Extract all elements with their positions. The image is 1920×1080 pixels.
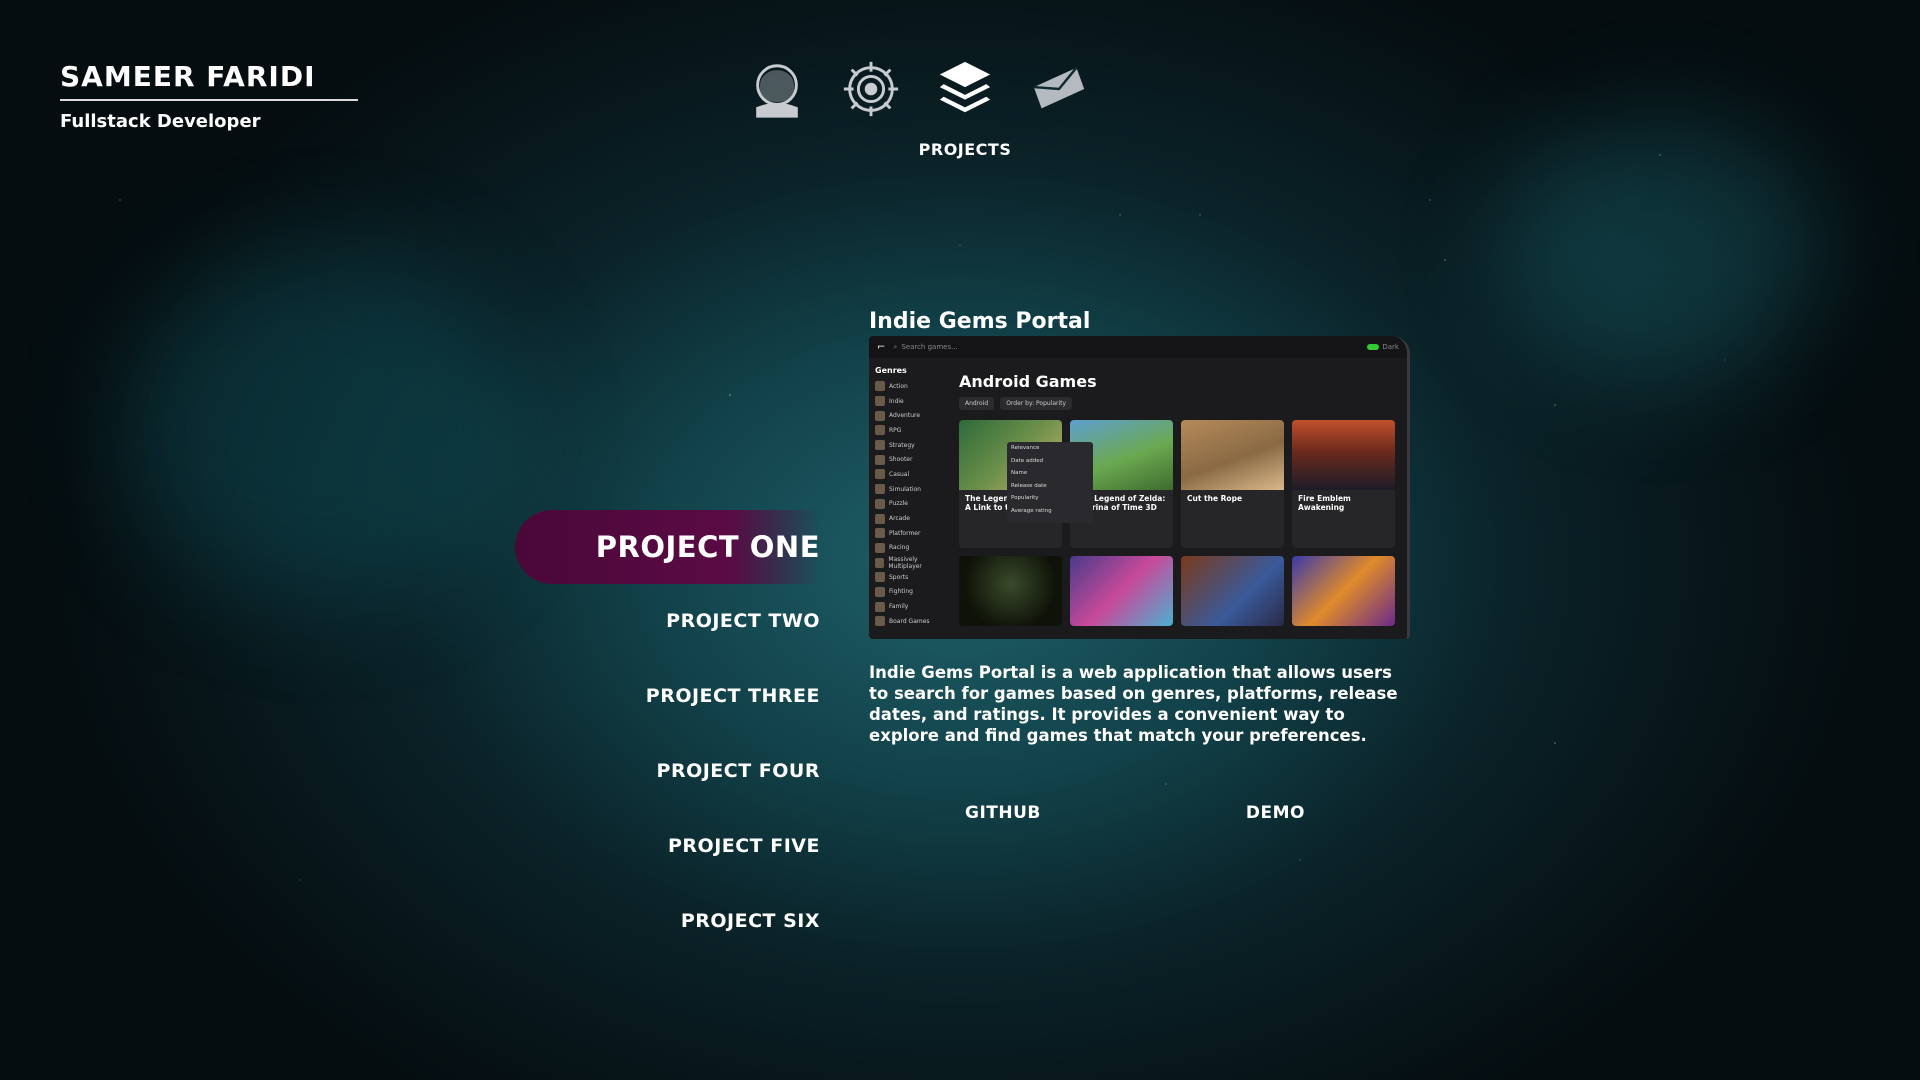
screenshot-topbar: ⌐ ⌕ Search games... Dark	[869, 336, 1407, 358]
screenshot-main: Android Games Android Order by: Populari…	[959, 358, 1401, 639]
brand: SAMEER FARIDI Fullstack Developer	[60, 60, 358, 132]
astronaut-helmet-icon	[756, 64, 798, 118]
game-cover-image	[959, 556, 1062, 626]
screenshot-sidebar: Genres Action Indie Adventure RPG Strate…	[869, 358, 955, 639]
order-option: Release date	[1011, 482, 1047, 489]
project-detail: Indie Gems Portal ⌐ ⌕ Search games... Da…	[869, 309, 1410, 763]
project-item-two[interactable]: PROJECT TWO	[520, 584, 820, 659]
genre-item: Board Games	[875, 614, 949, 629]
layers-icon	[939, 61, 991, 113]
genre-item: Shooter	[875, 452, 949, 467]
genre-item: Action	[875, 379, 949, 394]
genre-item: Simulation	[875, 482, 949, 497]
genre-item: Puzzle	[875, 497, 949, 512]
genre-thumb-icon	[875, 572, 885, 583]
toggle-icon	[1367, 344, 1380, 350]
target-icon	[843, 61, 899, 117]
site-name[interactable]: SAMEER FARIDI	[60, 60, 358, 93]
game-cover-image	[1292, 420, 1395, 490]
genre-item: Casual	[875, 467, 949, 482]
genre-thumb-icon	[875, 381, 885, 392]
genre-item: Arcade	[875, 511, 949, 526]
search-icon: ⌕	[893, 342, 898, 351]
genre-thumb-icon	[875, 601, 885, 612]
order-dropdown: Relevance Date added Name Release date P…	[1007, 442, 1093, 523]
project-screenshot: ⌐ ⌕ Search games... Dark Genres Action I…	[869, 336, 1410, 639]
genre-thumb-icon	[875, 513, 885, 524]
genre-thumb-icon	[875, 484, 885, 495]
game-card: Fire Emblem Awakening	[1292, 420, 1395, 548]
genre-thumb-icon	[875, 557, 885, 568]
genre-item: RPG	[875, 423, 949, 438]
genre-item: Fighting	[875, 585, 949, 600]
screenshot-search-placeholder: Search games...	[901, 343, 958, 351]
genre-thumb-icon	[875, 586, 885, 597]
project-item-five[interactable]: PROJECT FIVE	[520, 809, 820, 884]
genre-item: Racing	[875, 541, 949, 556]
genre-thumb-icon	[875, 498, 885, 509]
site-subtitle: Fullstack Developer	[60, 111, 261, 132]
main-nav: PROJECTS	[740, 58, 1096, 159]
project-item-three[interactable]: PROJECT THREE	[520, 659, 820, 734]
genre-thumb-icon	[875, 425, 885, 436]
genre-thumb-icon	[875, 440, 885, 451]
nebula-glow	[120, 250, 520, 600]
genre-item: Platformer	[875, 526, 949, 541]
platform-filter: Android	[959, 397, 995, 410]
github-link[interactable]: GITHUB	[965, 803, 1041, 823]
genre-item: Sports	[875, 570, 949, 585]
genre-thumb-icon	[875, 396, 885, 407]
demo-link[interactable]: DEMO	[1246, 803, 1305, 823]
genre-thumb-icon	[875, 454, 885, 465]
game-title: Cut the Rope	[1187, 494, 1243, 503]
game-title: Fire Emblem Awakening	[1298, 494, 1351, 512]
genre-thumb-icon	[875, 542, 885, 553]
envelope-icon	[1033, 66, 1085, 109]
order-option: Popularity	[1011, 495, 1039, 501]
genre-thumb-icon	[875, 616, 885, 627]
genre-thumb-icon	[875, 528, 885, 539]
order-option: Relevance	[1011, 445, 1040, 451]
nav-skills[interactable]	[834, 58, 908, 159]
project-item-six[interactable]: PROJECT SIX	[520, 884, 820, 959]
nav-contact[interactable]	[1022, 58, 1096, 159]
project-list: PROJECT ONE PROJECT TWO PROJECT THREE PR…	[515, 510, 820, 959]
logo-icon: ⌐	[877, 341, 886, 353]
nav-projects[interactable]: PROJECTS	[919, 58, 1011, 159]
game-card: Cut the Rope	[1181, 420, 1284, 548]
genres-heading: Genres	[875, 366, 907, 375]
project-description: Indie Gems Portal is a web application t…	[869, 663, 1398, 745]
screenshot-filters: Android Order by: Popularity	[959, 397, 1401, 410]
game-cover-image	[1070, 556, 1173, 626]
order-option: Average rating	[1011, 507, 1052, 514]
game-cover-image	[1181, 420, 1284, 490]
genre-item: Massively Multiplayer	[875, 555, 949, 570]
genre-thumb-icon	[875, 410, 885, 421]
project-title: Indie Gems Portal	[869, 309, 1091, 334]
game-cover-image	[1292, 556, 1395, 626]
genre-item: Strategy	[875, 438, 949, 453]
order-filter: Order by: Popularity	[1000, 397, 1073, 410]
nav-projects-label: PROJECTS	[918, 140, 1012, 159]
genre-item: Family	[875, 599, 949, 614]
game-cover-image	[1181, 556, 1284, 626]
genre-thumb-icon	[875, 469, 885, 480]
nav-about[interactable]	[740, 58, 814, 159]
brand-divider	[60, 99, 358, 101]
genre-item: Adventure	[875, 408, 949, 423]
screenshot-heading: Android Games	[959, 372, 1097, 391]
project-item-one[interactable]: PROJECT ONE	[515, 510, 820, 584]
project-links: GITHUB DEMO	[965, 803, 1305, 823]
screenshot-toggle-label: Dark	[1382, 343, 1399, 351]
genre-item: Indie	[875, 394, 949, 409]
nebula-glow	[1500, 120, 1820, 380]
order-option: Name	[1011, 470, 1028, 476]
order-option: Date added	[1011, 457, 1044, 464]
project-item-four[interactable]: PROJECT FOUR	[520, 734, 820, 809]
